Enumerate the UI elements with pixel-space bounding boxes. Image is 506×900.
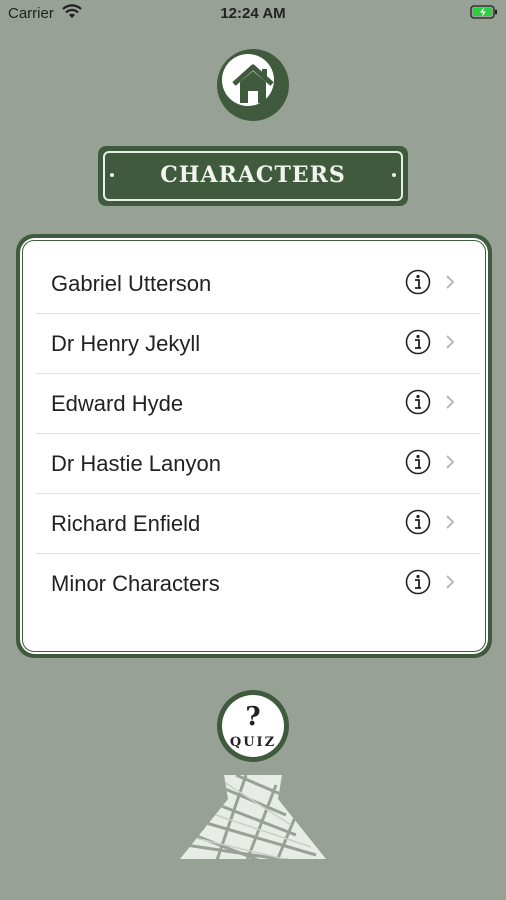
flask-illustration (180, 775, 326, 859)
chevron-right-icon (446, 515, 455, 529)
chevron-right-icon (446, 455, 455, 469)
info-icon[interactable] (405, 389, 431, 415)
quiz-button[interactable]: ? QUIZ (217, 690, 289, 762)
battery-charging-icon (470, 5, 497, 19)
quiz-button-face: ? QUIZ (222, 695, 284, 757)
chevron-right-icon (446, 275, 455, 289)
chevron-right-icon (446, 395, 455, 409)
list-item-label: Edward Hyde (51, 391, 184, 416)
info-icon[interactable] (405, 449, 431, 475)
list-item-edward-hyde[interactable]: Edward Hyde (35, 374, 480, 434)
info-icon[interactable] (405, 509, 431, 535)
status-time: 12:24 AM (220, 5, 286, 22)
chevron-right-icon (446, 335, 455, 349)
page-title: CHARACTERS (160, 162, 346, 188)
list-item-label: Richard Enfield (51, 511, 201, 536)
chevron-right-icon (446, 575, 455, 589)
question-mark-icon: ? (245, 702, 261, 732)
list-item-dr-henry-jekyll[interactable]: Dr Henry Jekyll (35, 314, 480, 374)
list-item-label: Minor Characters (51, 571, 220, 596)
info-icon[interactable] (405, 569, 431, 595)
list-item-label: Gabriel Utterson (51, 271, 212, 296)
title-plate: CHARACTERS (98, 146, 408, 206)
quiz-label: QUIZ (229, 735, 277, 750)
home-icon (232, 64, 274, 103)
home-button[interactable] (217, 49, 289, 121)
status-bar: Carrier 12:24 AM (0, 0, 506, 28)
list-item-label: Dr Hastie Lanyon (51, 451, 221, 476)
list-item-dr-hastie-lanyon[interactable]: Dr Hastie Lanyon (35, 434, 480, 494)
info-icon[interactable] (405, 329, 431, 355)
characters-list: Gabriel Utterson Dr Henry Jekyll Edward … (35, 254, 480, 613)
list-item-gabriel-utterson[interactable]: Gabriel Utterson (35, 254, 480, 314)
list-item-label: Dr Henry Jekyll (51, 331, 201, 356)
info-icon[interactable] (405, 269, 431, 295)
list-item-minor-characters[interactable]: Minor Characters (35, 554, 480, 613)
list-item-richard-enfield[interactable]: Richard Enfield (35, 494, 480, 554)
